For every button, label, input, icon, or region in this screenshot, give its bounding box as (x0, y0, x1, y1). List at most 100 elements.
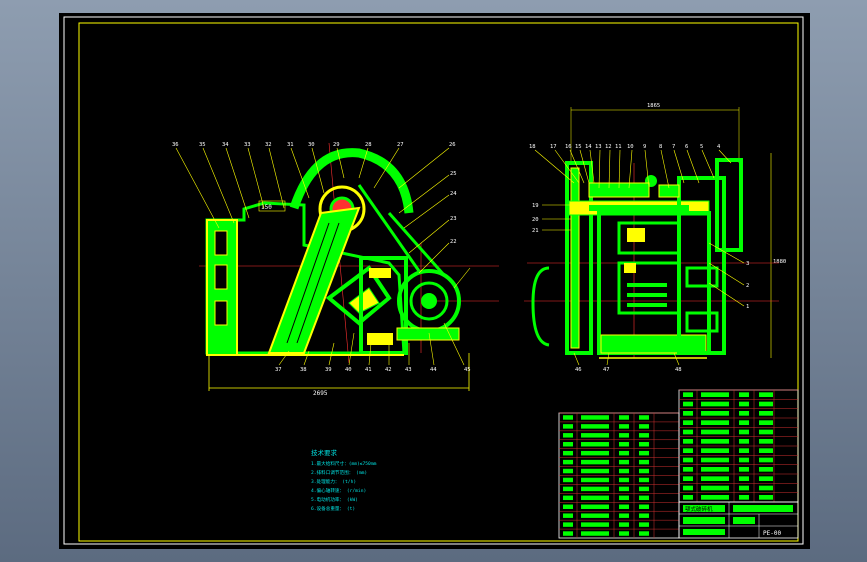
callout-44: 44 (430, 367, 437, 373)
sheet-outer-border (63, 16, 804, 545)
parts-list-cell (581, 495, 609, 501)
callout-28: 28 (365, 142, 372, 148)
callout-11: 11 (615, 144, 622, 150)
callout-7: 7 (672, 144, 675, 150)
callout-18: 18 (529, 144, 536, 150)
parts-list-cell (581, 459, 609, 465)
dim-text-1865: 1865 (647, 103, 660, 109)
callout-13: 13 (595, 144, 602, 150)
parts-list-cell (563, 424, 573, 429)
parts-list-upper (678, 389, 799, 503)
parts-list-cell (581, 513, 609, 518)
parts-list-cell (759, 485, 773, 491)
parts-list-cell (759, 429, 773, 435)
parts-list-cell (581, 450, 609, 456)
callout-4: 4 (717, 144, 721, 150)
parts-list-cell (683, 457, 693, 463)
parts-list-cell (639, 415, 649, 420)
parts-list-cell (683, 401, 693, 407)
callout-20: 20 (532, 217, 539, 223)
parts-list-cell (739, 476, 749, 481)
parts-list-cell (639, 424, 649, 429)
callout-25: 25 (450, 171, 457, 177)
parts-list-cell (563, 513, 573, 518)
parts-list-cell (739, 392, 749, 397)
cad-viewport[interactable]: 150 2695 36 35 34 33 32 31 30 29 28 27 2… (59, 13, 810, 549)
parts-list-cell (563, 450, 573, 456)
parts-list-cell (759, 495, 773, 500)
parts-list-cell (563, 504, 573, 509)
tech-note-line: 4.偏心轴转速： (r/min) (311, 487, 366, 494)
callout-41: 41 (365, 367, 372, 373)
parts-list-cell (563, 468, 573, 474)
parts-list-cell (619, 433, 629, 438)
callout-22: 22 (450, 239, 457, 245)
callout-32: 32 (265, 142, 272, 148)
callout-27: 27 (397, 142, 404, 148)
parts-list-cell (739, 495, 749, 500)
callout-15: 15 (575, 144, 582, 150)
parts-list-cell (619, 450, 629, 456)
parts-list-cell (701, 429, 729, 435)
callout-34: 34 (222, 142, 229, 148)
callout-37: 37 (275, 367, 282, 373)
parts-list-cell (581, 522, 609, 527)
callout-29: 29 (333, 142, 340, 148)
callout-43: 43 (405, 367, 412, 373)
callout-42: 42 (385, 367, 392, 373)
parts-list-cell (563, 495, 573, 501)
callout-16: 16 (565, 144, 572, 150)
callout-36: 36 (172, 142, 179, 148)
left-sheave-guard (531, 266, 550, 347)
title-block-name: 颚式破碎机 (685, 505, 713, 513)
callout-8: 8 (659, 144, 662, 150)
parts-list-cell (739, 485, 749, 491)
callout-40: 40 (345, 367, 352, 373)
callout-26: 26 (449, 142, 456, 148)
parts-list-cell (739, 439, 749, 444)
parts-list-cell (581, 504, 609, 509)
callout-3: 3 (746, 261, 749, 267)
parts-list-cell (683, 439, 693, 444)
title-block: 颚式破碎机 PE-00 (678, 501, 799, 539)
callout-12: 12 (605, 144, 612, 150)
parts-list-cell (639, 442, 649, 447)
callout-39: 39 (325, 367, 332, 373)
parts-list-cell (701, 457, 729, 463)
parts-list-cell (619, 459, 629, 465)
parts-list-cell (563, 522, 573, 527)
tech-notes-title: 技术要求 (311, 448, 338, 457)
parts-list-cell (581, 531, 609, 536)
parts-list-cell (581, 442, 609, 447)
parts-list-cell (701, 411, 729, 416)
parts-list-cell (639, 531, 649, 536)
callout-14: 14 (585, 144, 592, 150)
parts-list-cell (683, 485, 693, 491)
callout-31: 31 (287, 142, 294, 148)
parts-list-cell (563, 477, 573, 483)
callout-21: 21 (532, 228, 539, 234)
callout-10: 10 (627, 144, 634, 150)
parts-list-cell (683, 429, 693, 435)
parts-list-cell (759, 411, 773, 416)
callout-17: 17 (550, 144, 557, 150)
parts-list-cell (563, 415, 573, 420)
parts-list-cell (683, 420, 693, 425)
technical-notes: 技术要求 1.最大给料尺寸：(mm)≤750mm 2.排料口调节范围： (mm)… (311, 448, 377, 512)
parts-list-cell (683, 411, 693, 416)
parts-list-cell (759, 439, 773, 444)
callout-2: 2 (746, 283, 749, 289)
callout-23: 23 (450, 216, 457, 222)
tech-note-line: 6.设备总重量： (t) (311, 505, 355, 512)
parts-list-cell (619, 513, 629, 518)
parts-list-cell (639, 433, 649, 438)
parts-list-cell (759, 401, 773, 407)
parts-list-cell (639, 450, 649, 456)
parts-list-cell (619, 477, 629, 483)
parts-list-cell (701, 485, 729, 491)
dim-text-1880: 1880 (773, 259, 786, 265)
parts-list-cell (701, 392, 729, 397)
parts-list-cell (683, 476, 693, 481)
parts-list-cell (759, 392, 773, 397)
parts-list-cell (701, 467, 729, 472)
